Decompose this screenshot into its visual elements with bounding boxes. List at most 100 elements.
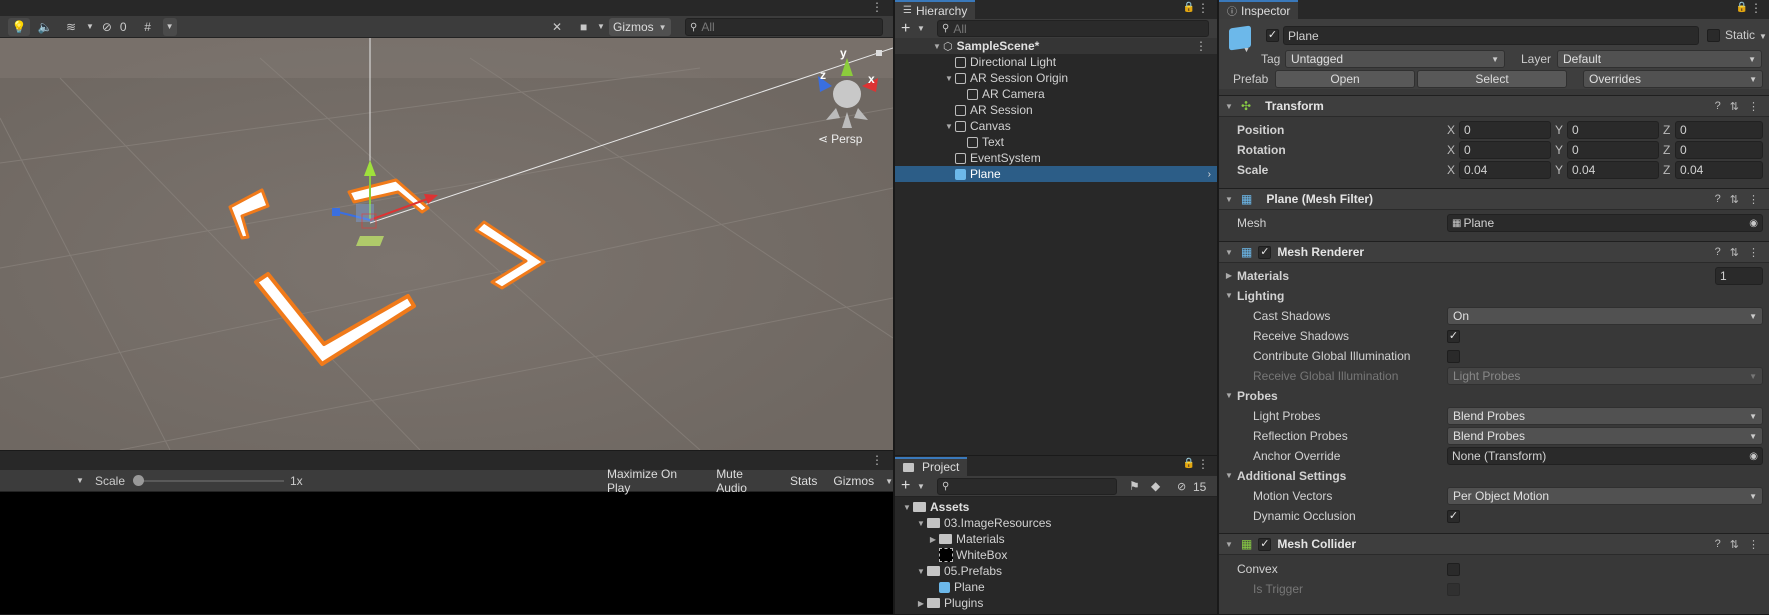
project-add-dropdown-icon[interactable]: ▼ bbox=[917, 482, 925, 491]
static-checkbox[interactable] bbox=[1707, 29, 1720, 42]
scale-x-field[interactable]: 0.04 bbox=[1459, 161, 1551, 179]
transform-header[interactable]: ▼ ✣ Transform ? ⇅ ⋮ bbox=[1219, 95, 1769, 117]
project-item[interactable]: ▼ 05.Prefabs bbox=[895, 563, 1217, 579]
mesh-collider-enabled-checkbox[interactable]: ✓ bbox=[1258, 537, 1272, 551]
scale-z-field[interactable]: 0.04 bbox=[1675, 161, 1763, 179]
project-item[interactable]: ▶ Plugins bbox=[895, 595, 1217, 611]
static-dropdown-icon[interactable]: ▼ bbox=[1759, 32, 1767, 41]
mesh-renderer-header[interactable]: ▼ ▦ ✓ Mesh Renderer ? ⇅ ⋮ bbox=[1219, 241, 1769, 263]
position-x-field[interactable]: 0 bbox=[1459, 121, 1551, 139]
presets-icon[interactable]: ⇅ bbox=[1730, 538, 1739, 551]
project-add-icon[interactable]: + bbox=[901, 477, 910, 495]
lighting-foldout-icon[interactable]: ▼ bbox=[1223, 291, 1235, 300]
mesh-renderer-foldout-icon[interactable]: ▼ bbox=[1223, 248, 1235, 257]
dynamic-occlusion-checkbox[interactable]: ✓ bbox=[1447, 510, 1460, 523]
scene-expand-icon[interactable]: ▼ bbox=[931, 42, 943, 51]
game-gizmos-dropdown-icon[interactable]: ▼ bbox=[885, 477, 893, 486]
hierarchy-search-input[interactable]: ⚲ All bbox=[937, 20, 1209, 37]
search-by-label-icon[interactable]: ◆ bbox=[1151, 479, 1160, 493]
expand-icon[interactable]: ▶ bbox=[915, 599, 927, 608]
mesh-object-field[interactable]: ▦ Plane ◉ bbox=[1447, 214, 1763, 232]
rotation-x-field[interactable]: 0 bbox=[1459, 141, 1551, 159]
prefab-open-button[interactable]: Open bbox=[1275, 70, 1415, 88]
display-dropdown-icon[interactable]: ▼ bbox=[76, 476, 84, 485]
project-more-icon[interactable]: ⋮ bbox=[1197, 457, 1209, 471]
light-probes-dropdown[interactable]: Blend Probes ▼ bbox=[1447, 407, 1763, 425]
scale-y-field[interactable]: 0.04 bbox=[1567, 161, 1659, 179]
hierarchy-lock-icon[interactable]: 🔒 bbox=[1183, 2, 1195, 13]
icon-dropdown-icon[interactable]: ▼ bbox=[1243, 47, 1250, 54]
project-tab[interactable]: Project bbox=[895, 456, 968, 476]
expand-icon[interactable]: ▼ bbox=[915, 567, 927, 576]
layer-dropdown[interactable]: Default ▼ bbox=[1557, 50, 1762, 68]
effects-toggle-icon[interactable]: ≋ bbox=[60, 20, 82, 34]
hierarchy-item[interactable]: Directional Light bbox=[895, 54, 1217, 70]
component-menu-icon[interactable]: ⋮ bbox=[1748, 246, 1759, 259]
position-z-field[interactable]: 0 bbox=[1675, 121, 1763, 139]
prefab-select-button[interactable]: Select bbox=[1417, 70, 1567, 88]
hidden-objects-icon[interactable]: ⊘ bbox=[98, 20, 116, 34]
lighting-toggle-icon[interactable]: 💡 bbox=[8, 17, 30, 36]
materials-foldout-icon[interactable]: ▶ bbox=[1223, 271, 1235, 280]
hierarchy-scene-row[interactable]: ▼ ⬡ SampleScene* ⋮ bbox=[895, 38, 1217, 54]
mute-audio-button[interactable]: Mute Audio bbox=[709, 467, 782, 495]
expand-icon[interactable]: ▼ bbox=[915, 519, 927, 528]
presets-icon[interactable]: ⇅ bbox=[1730, 100, 1739, 113]
motion-vectors-dropdown[interactable]: Per Object Motion ▼ bbox=[1447, 487, 1763, 505]
scene-viewport[interactable] bbox=[0, 38, 893, 450]
project-item[interactable]: ▼ Assets bbox=[895, 499, 1217, 515]
mesh-filter-header[interactable]: ▼ ▦ Plane (Mesh Filter) ? ⇅ ⋮ bbox=[1219, 188, 1769, 210]
project-item[interactable]: WhiteBox bbox=[895, 547, 1217, 563]
effects-dropdown-icon[interactable]: ▼ bbox=[86, 22, 94, 31]
game-more-icon[interactable]: ⋮ bbox=[871, 453, 883, 467]
inspector-more-icon[interactable]: ⋮ bbox=[1750, 1, 1762, 15]
search-by-type-icon[interactable]: ⚑ bbox=[1129, 479, 1140, 493]
prefab-overrides-dropdown[interactable]: Overrides ▼ bbox=[1583, 70, 1763, 88]
help-icon[interactable]: ? bbox=[1715, 246, 1721, 259]
scale-slider[interactable] bbox=[138, 480, 284, 482]
grid-dropdown-icon[interactable]: ▼ bbox=[162, 17, 177, 36]
scene-more-menu-icon[interactable]: ⋮ bbox=[1195, 39, 1207, 53]
mesh-filter-foldout-icon[interactable]: ▼ bbox=[1223, 195, 1235, 204]
tools-icon[interactable]: ✕ bbox=[552, 20, 562, 34]
expand-icon[interactable]: ▼ bbox=[901, 503, 913, 512]
hierarchy-item[interactable]: EventSystem bbox=[895, 150, 1217, 166]
rotation-z-field[interactable]: 0 bbox=[1675, 141, 1763, 159]
inspector-tab[interactable]: ⓘ Inspector bbox=[1219, 0, 1299, 19]
cast-shadows-dropdown[interactable]: On ▼ bbox=[1447, 307, 1763, 325]
object-name-field[interactable]: Plane bbox=[1283, 26, 1699, 45]
presets-icon[interactable]: ⇅ bbox=[1730, 246, 1739, 259]
help-icon[interactable]: ? bbox=[1715, 193, 1721, 206]
audio-toggle-icon[interactable]: 🔈 bbox=[34, 20, 56, 34]
object-picker-icon[interactable]: ◉ bbox=[1749, 451, 1758, 462]
project-search-input[interactable]: ⚲ bbox=[937, 478, 1117, 495]
component-menu-icon[interactable]: ⋮ bbox=[1748, 100, 1759, 113]
persp-toggle[interactable]: ⋖ Persp bbox=[818, 132, 862, 146]
help-icon[interactable]: ? bbox=[1715, 538, 1721, 551]
stats-button[interactable]: Stats bbox=[783, 472, 825, 490]
reflection-probes-dropdown[interactable]: Blend Probes ▼ bbox=[1447, 427, 1763, 445]
hierarchy-add-dropdown-icon[interactable]: ▼ bbox=[917, 24, 925, 33]
maximize-on-play-button[interactable]: Maximize On Play bbox=[600, 467, 708, 495]
materials-count-field[interactable]: 1 bbox=[1715, 267, 1763, 285]
scene-more-icon[interactable]: ⋮ bbox=[871, 0, 883, 14]
hidden-packages-icon[interactable]: ⊘ bbox=[1177, 480, 1186, 493]
hierarchy-tab[interactable]: ☰ Hierarchy bbox=[895, 0, 976, 19]
inspector-lock-icon[interactable]: 🔒 bbox=[1736, 2, 1748, 13]
hierarchy-item[interactable]: Text bbox=[895, 134, 1217, 150]
project-item[interactable]: ▶ Materials bbox=[895, 531, 1217, 547]
mesh-collider-header[interactable]: ▼ ▦ ✓ Mesh Collider ? ⇅ ⋮ bbox=[1219, 533, 1769, 555]
convex-checkbox[interactable] bbox=[1447, 563, 1460, 576]
hierarchy-more-icon[interactable]: ⋮ bbox=[1197, 1, 1209, 15]
presets-icon[interactable]: ⇅ bbox=[1730, 193, 1739, 206]
scene-search-input[interactable]: ⚲ All bbox=[685, 18, 883, 36]
help-icon[interactable]: ? bbox=[1715, 100, 1721, 113]
expand-icon[interactable]: ▼ bbox=[943, 122, 955, 131]
expand-icon[interactable]: ▶ bbox=[927, 535, 939, 544]
tag-dropdown[interactable]: Untagged ▼ bbox=[1285, 50, 1505, 68]
project-item[interactable]: Plane bbox=[895, 579, 1217, 595]
position-y-field[interactable]: 0 bbox=[1567, 121, 1659, 139]
scale-slider-handle[interactable] bbox=[133, 475, 144, 486]
mesh-renderer-enabled-checkbox[interactable]: ✓ bbox=[1258, 245, 1272, 259]
hierarchy-add-icon[interactable]: + bbox=[901, 20, 910, 38]
